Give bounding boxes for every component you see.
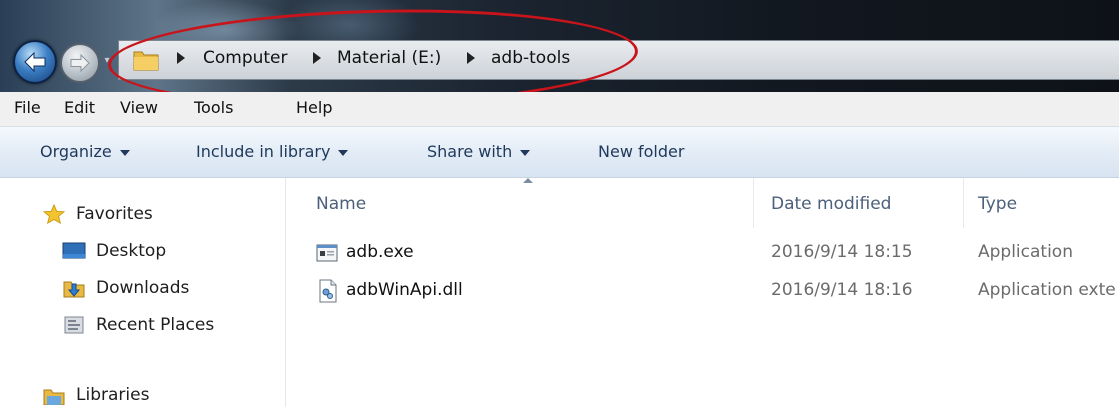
star-icon	[42, 204, 66, 224]
window-titlebar: ▾ Computer Material (E:) adb-tools	[0, 0, 1119, 92]
command-bar: Organize Include in library Share with N…	[0, 126, 1119, 178]
libraries-icon	[43, 389, 65, 405]
exe-icon	[316, 244, 338, 262]
column-header-type[interactable]: Type	[978, 194, 1017, 214]
menu-file[interactable]: File	[14, 98, 41, 117]
include-in-library-button[interactable]: Include in library	[196, 142, 349, 161]
nav-favorites-label: Favorites	[76, 204, 153, 224]
file-type: Application exte	[978, 280, 1116, 300]
nav-downloads-label: Downloads	[96, 278, 190, 298]
nav-desktop-label: Desktop	[96, 241, 167, 261]
menu-edit[interactable]: Edit	[64, 98, 95, 117]
file-type: Application	[978, 242, 1073, 262]
nav-recent-places-label: Recent Places	[96, 315, 215, 335]
include-in-library-label: Include in library	[196, 142, 331, 161]
column-divider[interactable]	[753, 178, 754, 228]
column-divider[interactable]	[963, 178, 964, 228]
nav-libraries-label: Libraries	[76, 385, 150, 405]
new-folder-button[interactable]: New folder	[598, 142, 684, 161]
nav-recent-places[interactable]: Recent Places	[62, 315, 214, 335]
chevron-down-icon	[338, 149, 349, 156]
nav-desktop[interactable]: Desktop	[62, 241, 166, 261]
forward-button[interactable]	[60, 43, 100, 83]
nav-libraries[interactable]: Libraries	[42, 385, 149, 405]
chevron-down-icon	[119, 149, 130, 156]
file-list: Name Date modified Type adb.exe 2016/9/1…	[286, 178, 1119, 407]
recent-places-icon	[64, 316, 84, 334]
forward-arrow-icon	[70, 53, 90, 73]
back-button[interactable]	[13, 40, 57, 84]
dll-icon	[319, 279, 337, 303]
file-row[interactable]: adbWinApi.dll 2016/9/14 18:16 Applicatio…	[286, 274, 1119, 310]
file-name: adbWinApi.dll	[346, 280, 463, 300]
sort-ascending-icon	[523, 178, 533, 183]
organize-button[interactable]: Organize	[40, 142, 130, 161]
nav-favorites[interactable]: Favorites	[42, 204, 153, 224]
desktop-icon	[62, 242, 86, 259]
back-arrow-icon	[24, 51, 46, 73]
column-header-name[interactable]: Name	[316, 194, 366, 214]
navigation-pane: Favorites Desktop Downloads Recent Place…	[0, 178, 286, 407]
file-row[interactable]: adb.exe 2016/9/14 18:15 Application	[286, 236, 1119, 272]
menu-help[interactable]: Help	[296, 98, 332, 117]
file-name: adb.exe	[346, 242, 414, 262]
file-date-modified: 2016/9/14 18:16	[771, 280, 913, 300]
share-with-button[interactable]: Share with	[427, 142, 531, 161]
menu-tools[interactable]: Tools	[194, 98, 233, 117]
downloads-folder-icon	[63, 281, 85, 298]
chevron-down-icon	[520, 149, 531, 156]
nav-downloads[interactable]: Downloads	[62, 278, 189, 298]
file-date-modified: 2016/9/14 18:15	[771, 242, 913, 262]
menu-bar: File Edit View Tools Help	[0, 92, 1119, 126]
menu-view[interactable]: View	[120, 98, 158, 117]
organize-label: Organize	[40, 142, 112, 161]
share-with-label: Share with	[427, 142, 513, 161]
column-header-date-modified[interactable]: Date modified	[771, 194, 891, 214]
